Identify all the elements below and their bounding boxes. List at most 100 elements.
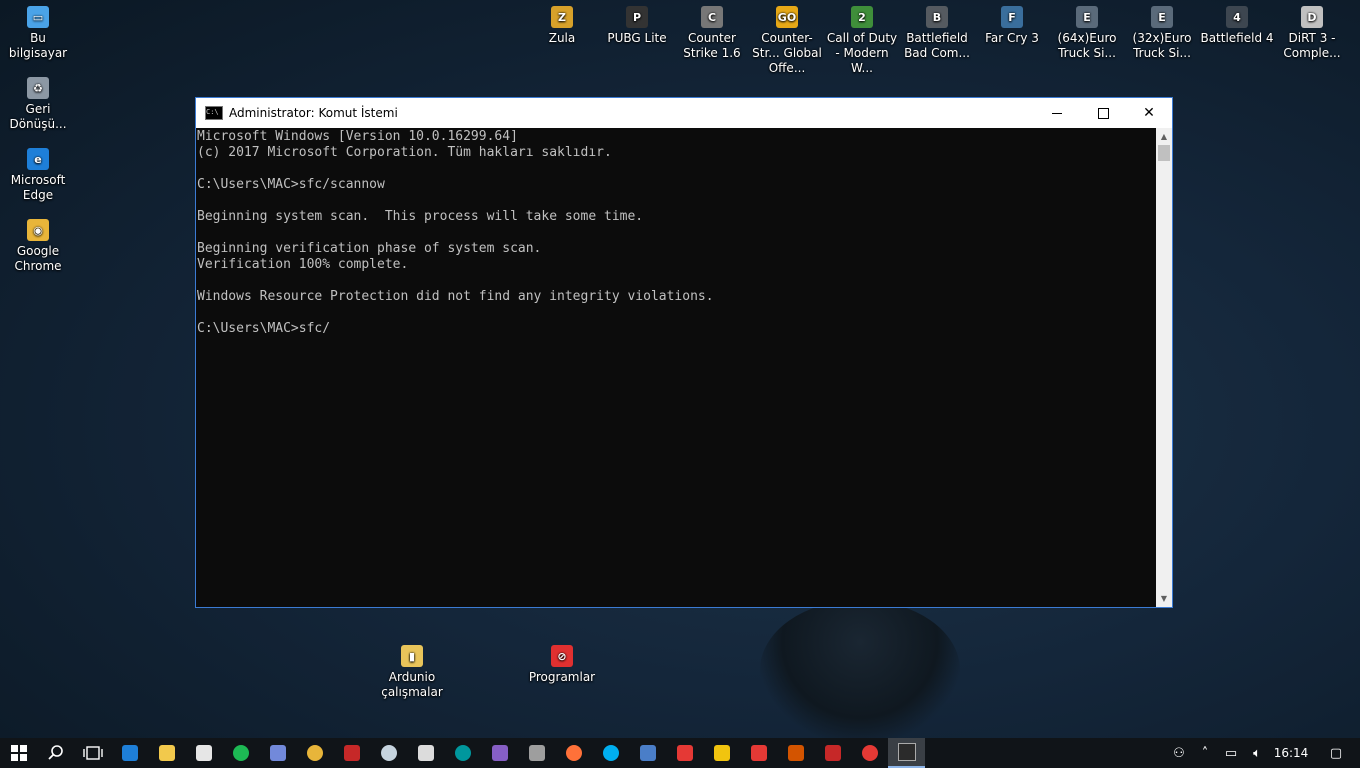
desktop-icon-bottom-1-icon: ⊘ — [551, 645, 573, 667]
console-line: Verification 100% complete. — [197, 257, 409, 272]
scroll-up-icon[interactable]: ▲ — [1156, 128, 1172, 145]
desktop-icon-top-3[interactable]: GO Counter-Str... Global Offe... — [750, 6, 824, 76]
command-prompt-icon: C:\ — [205, 106, 223, 120]
desktop-icon-left-0[interactable]: ▭ Bu bilgisayar — [1, 6, 75, 61]
taskbar-file-explorer[interactable] — [148, 738, 185, 768]
taskbar-arduino[interactable] — [444, 738, 481, 768]
file-explorer-icon — [158, 745, 175, 761]
taskbar-command-prompt[interactable] — [888, 738, 925, 768]
taskbar-shield-app[interactable] — [814, 738, 851, 768]
desktop-icon-left-0-icon: ▭ — [27, 6, 49, 28]
flash-app-icon — [713, 745, 730, 761]
task-view-button[interactable] — [74, 738, 111, 768]
desktop-icon-label: Call of Duty - Modern W... — [826, 31, 898, 75]
firefox-icon — [565, 745, 582, 761]
minimize-button[interactable] — [1034, 98, 1080, 128]
desktop-icon-top-7[interactable]: E (64x)Euro Truck Si... — [1050, 6, 1124, 61]
desktop-icon-label: Google Chrome — [14, 244, 62, 273]
visual-studio-icon — [491, 745, 508, 761]
taskbar-store[interactable] — [185, 738, 222, 768]
desktop-icon-top-2[interactable]: C Counter Strike 1.6 — [675, 6, 749, 61]
taskbar-skype[interactable] — [592, 738, 629, 768]
taskbar-firefox[interactable] — [555, 738, 592, 768]
clock[interactable]: 16:14 — [1270, 746, 1312, 760]
chevron-up-icon[interactable]: ˄ — [1192, 738, 1218, 768]
desktop-icon-left-3[interactable]: ◉ Google Chrome — [1, 219, 75, 274]
taskbar-discord[interactable] — [259, 738, 296, 768]
desktop-icon-top-8-icon: E — [1151, 6, 1173, 28]
console-line: Windows Resource Protection did not find… — [197, 289, 714, 304]
desktop-icon-top-6-icon: F — [1001, 6, 1023, 28]
close-icon: ✕ — [1143, 105, 1155, 121]
taskbar-flash-app[interactable] — [703, 738, 740, 768]
desktop-icon-top-8[interactable]: E (32x)Euro Truck Si... — [1125, 6, 1199, 61]
desktop-icon-left-1[interactable]: ♻ Geri Dönüşü... — [1, 77, 75, 132]
desktop-icon-label: Battlefield Bad Com... — [904, 31, 970, 60]
desktop-icon-bottom-0-icon: ▮ — [401, 645, 423, 667]
network-icon[interactable]: ▭ — [1218, 738, 1244, 768]
close-button[interactable]: ✕ — [1126, 98, 1172, 128]
desktop-icon-top-0[interactable]: Z Zula — [525, 6, 599, 46]
desktop-icon-label: Counter-Str... Global Offe... — [752, 31, 822, 75]
taskbar-game-launcher[interactable] — [777, 738, 814, 768]
taskbar-chrome[interactable] — [296, 738, 333, 768]
vertical-scrollbar[interactable]: ▲ ▼ — [1156, 128, 1172, 607]
desktop-icon-label: Far Cry 3 — [985, 31, 1039, 45]
desktop-icon-bottom-1[interactable]: ⊘ Programlar — [525, 645, 599, 685]
desktop-icon-label: Microsoft Edge — [10, 173, 66, 202]
taskbar-media-app[interactable] — [518, 738, 555, 768]
desktop-icon-label: Ardunio çalışmalar — [381, 670, 443, 699]
desktop-icon-label: Bu bilgisayar — [8, 31, 68, 60]
desktop-icon-label: (32x)Euro Truck Si... — [1132, 31, 1192, 60]
taskbar-power-app[interactable] — [740, 738, 777, 768]
scroll-down-icon[interactable]: ▼ — [1156, 590, 1172, 607]
taskbar-steam[interactable] — [370, 738, 407, 768]
wallpaper-figure — [760, 600, 960, 740]
desktop-icon-label: (64x)Euro Truck Si... — [1057, 31, 1117, 60]
console-line: (c) 2017 Microsoft Corporation. Tüm hakl… — [197, 145, 612, 160]
command-prompt-window[interactable]: C:\ Administrator: Komut İstemi ✕ Micros… — [195, 97, 1173, 608]
msi-dragon-icon — [343, 745, 360, 761]
scroll-thumb[interactable] — [1158, 145, 1170, 161]
desktop-icon-top-1-icon: P — [626, 6, 648, 28]
start-button[interactable] — [0, 738, 37, 768]
volume-icon[interactable]: 🔈︎ — [1244, 738, 1270, 768]
people-icon[interactable]: ⚇ — [1166, 738, 1192, 768]
taskbar-visual-studio[interactable] — [481, 738, 518, 768]
desktop-icon-top-6[interactable]: F Far Cry 3 — [975, 6, 1049, 46]
console-output[interactable]: Microsoft Windows [Version 10.0.16299.64… — [196, 128, 1155, 607]
plane-app-icon — [417, 745, 434, 761]
console-line: C:\Users\MAC>sfc/scannow — [197, 177, 385, 192]
search-button[interactable] — [37, 738, 74, 768]
taskbar-record-app[interactable] — [851, 738, 888, 768]
taskbar-spotify[interactable] — [222, 738, 259, 768]
desktop-icon-top-5[interactable]: B Battlefield Bad Com... — [900, 6, 974, 61]
title-bar[interactable]: C:\ Administrator: Komut İstemi ✕ — [196, 98, 1172, 128]
taskbar-game-app[interactable] — [629, 738, 666, 768]
taskbar-msi-dragon[interactable] — [333, 738, 370, 768]
taskbar-edge[interactable] — [111, 738, 148, 768]
system-tray: ⚇ ˄ ▭ 🔈︎ 16:14 ▢ — [1166, 738, 1360, 768]
arduino-icon — [454, 745, 471, 761]
desktop-icon-top-1[interactable]: P PUBG Lite — [600, 6, 674, 46]
notification-icon[interactable]: ▢ — [1312, 738, 1360, 768]
desktop-icon-label: Battlefield 4 — [1200, 31, 1274, 45]
taskbar-plane-app[interactable] — [407, 738, 444, 768]
desktop-icon-bottom-0[interactable]: ▮ Ardunio çalışmalar — [375, 645, 449, 700]
desktop-icon-label: Geri Dönüşü... — [9, 102, 67, 131]
media-app-icon — [528, 745, 545, 761]
minimize-icon — [1052, 112, 1062, 114]
desktop-icon-label: Zula — [548, 31, 576, 45]
taskbar-acrobat[interactable] — [666, 738, 703, 768]
desktop-icon-top-9[interactable]: 4 Battlefield 4 — [1200, 6, 1274, 46]
desktop-icon-left-2-icon: e — [27, 148, 49, 170]
desktop-icon-label: DiRT 3 - Comple... — [1283, 31, 1341, 60]
desktop-icon-left-2[interactable]: e Microsoft Edge — [1, 148, 75, 203]
maximize-button[interactable] — [1080, 98, 1126, 128]
windows-logo-icon — [10, 745, 27, 761]
desktop-icon-top-4[interactable]: 2 Call of Duty - Modern W... — [825, 6, 899, 76]
acrobat-icon — [676, 745, 693, 761]
desktop-icon-top-10[interactable]: D DiRT 3 - Comple... — [1275, 6, 1349, 61]
